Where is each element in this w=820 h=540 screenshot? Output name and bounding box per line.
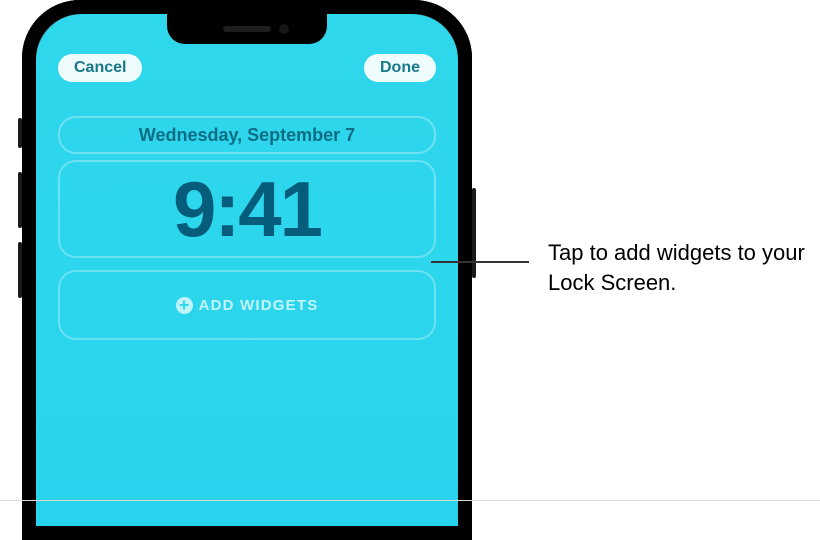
add-widgets-label: ADD WIDGETS [199,297,319,314]
lock-screen-editor: Cancel Done Wednesday, September 7 9:41 … [36,14,458,526]
cancel-button[interactable]: Cancel [58,54,142,82]
volume-up-button [18,172,22,228]
volume-down-button [18,242,22,298]
date-label: Wednesday, September 7 [139,125,355,146]
phone-frame: Cancel Done Wednesday, September 7 9:41 … [22,0,472,540]
mute-switch [18,118,22,148]
front-camera [279,24,289,34]
lockscreen-content: Wednesday, September 7 9:41 ADD WIDGETS [58,116,436,340]
speaker-grille [223,26,271,32]
callout-text: Tap to add widgets to your Lock Screen. [548,238,820,297]
editor-topbar: Cancel Done [36,54,458,82]
power-button [472,188,476,278]
time-label: 9:41 [173,170,321,248]
notch [167,14,327,44]
date-widget-slot[interactable]: Wednesday, September 7 [58,116,436,154]
time-widget-slot[interactable]: 9:41 [58,160,436,258]
plus-circle-icon [176,297,193,314]
callout-leader-line [431,261,529,263]
baseline-rule [0,500,820,501]
add-widgets-button[interactable]: ADD WIDGETS [58,270,436,340]
done-button[interactable]: Done [364,54,436,82]
